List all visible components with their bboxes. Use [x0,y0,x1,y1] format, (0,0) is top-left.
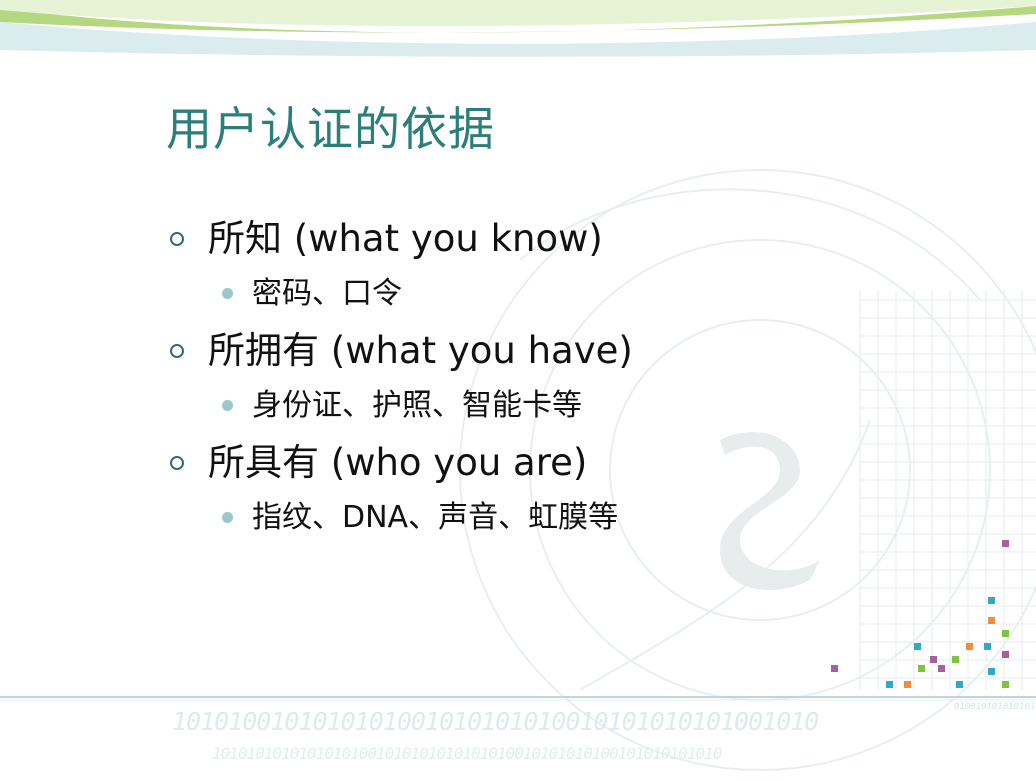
binary-decor-row-2: 1010101010101010100101010101010101001010… [212,744,722,763]
slide-title: 用户认证的依据 [166,102,495,156]
pixel-squares [831,540,1009,688]
slide: 1010100101010101001010101010010101010101… [0,0,1036,781]
grid-pattern [859,290,1036,690]
binary-decor-row-1: 1010100101010101001010101010010101010101… [172,707,819,736]
bullet-item-are: 所具有 (who you are) [166,432,786,494]
bullet-list: 所知 (what you know) 密码、口令 所拥有 (what you h… [166,208,786,544]
bullet-label: 所拥有 (what you have) [208,329,633,372]
hollow-circle-bullet-icon [170,344,184,358]
dot-bullet-icon [222,288,233,299]
sub-bullet-item-know: 密码、口令 [166,270,786,320]
bullet-label: 所具有 (who you are) [208,441,588,484]
header-swoosh-light [0,0,1036,27]
dot-bullet-icon [222,400,233,411]
sub-bullet-label: 指纹、DNA、声音、虹膜等 [252,500,619,535]
bullet-item-have: 所拥有 (what you have) [166,320,786,382]
bullet-label: 所知 (what you know) [208,217,603,260]
sub-bullet-item-have: 身份证、护照、智能卡等 [166,382,786,432]
sub-bullet-label: 身份证、护照、智能卡等 [252,388,582,423]
binary-decor-row-3: 0100101010101010 [954,702,1036,712]
sub-bullet-item-are: 指纹、DNA、声音、虹膜等 [166,494,786,544]
bullet-item-know: 所知 (what you know) [166,208,786,270]
hollow-circle-bullet-icon [170,456,184,470]
dot-bullet-icon [222,512,233,523]
hollow-circle-bullet-icon [170,232,184,246]
sub-bullet-label: 密码、口令 [252,276,402,311]
